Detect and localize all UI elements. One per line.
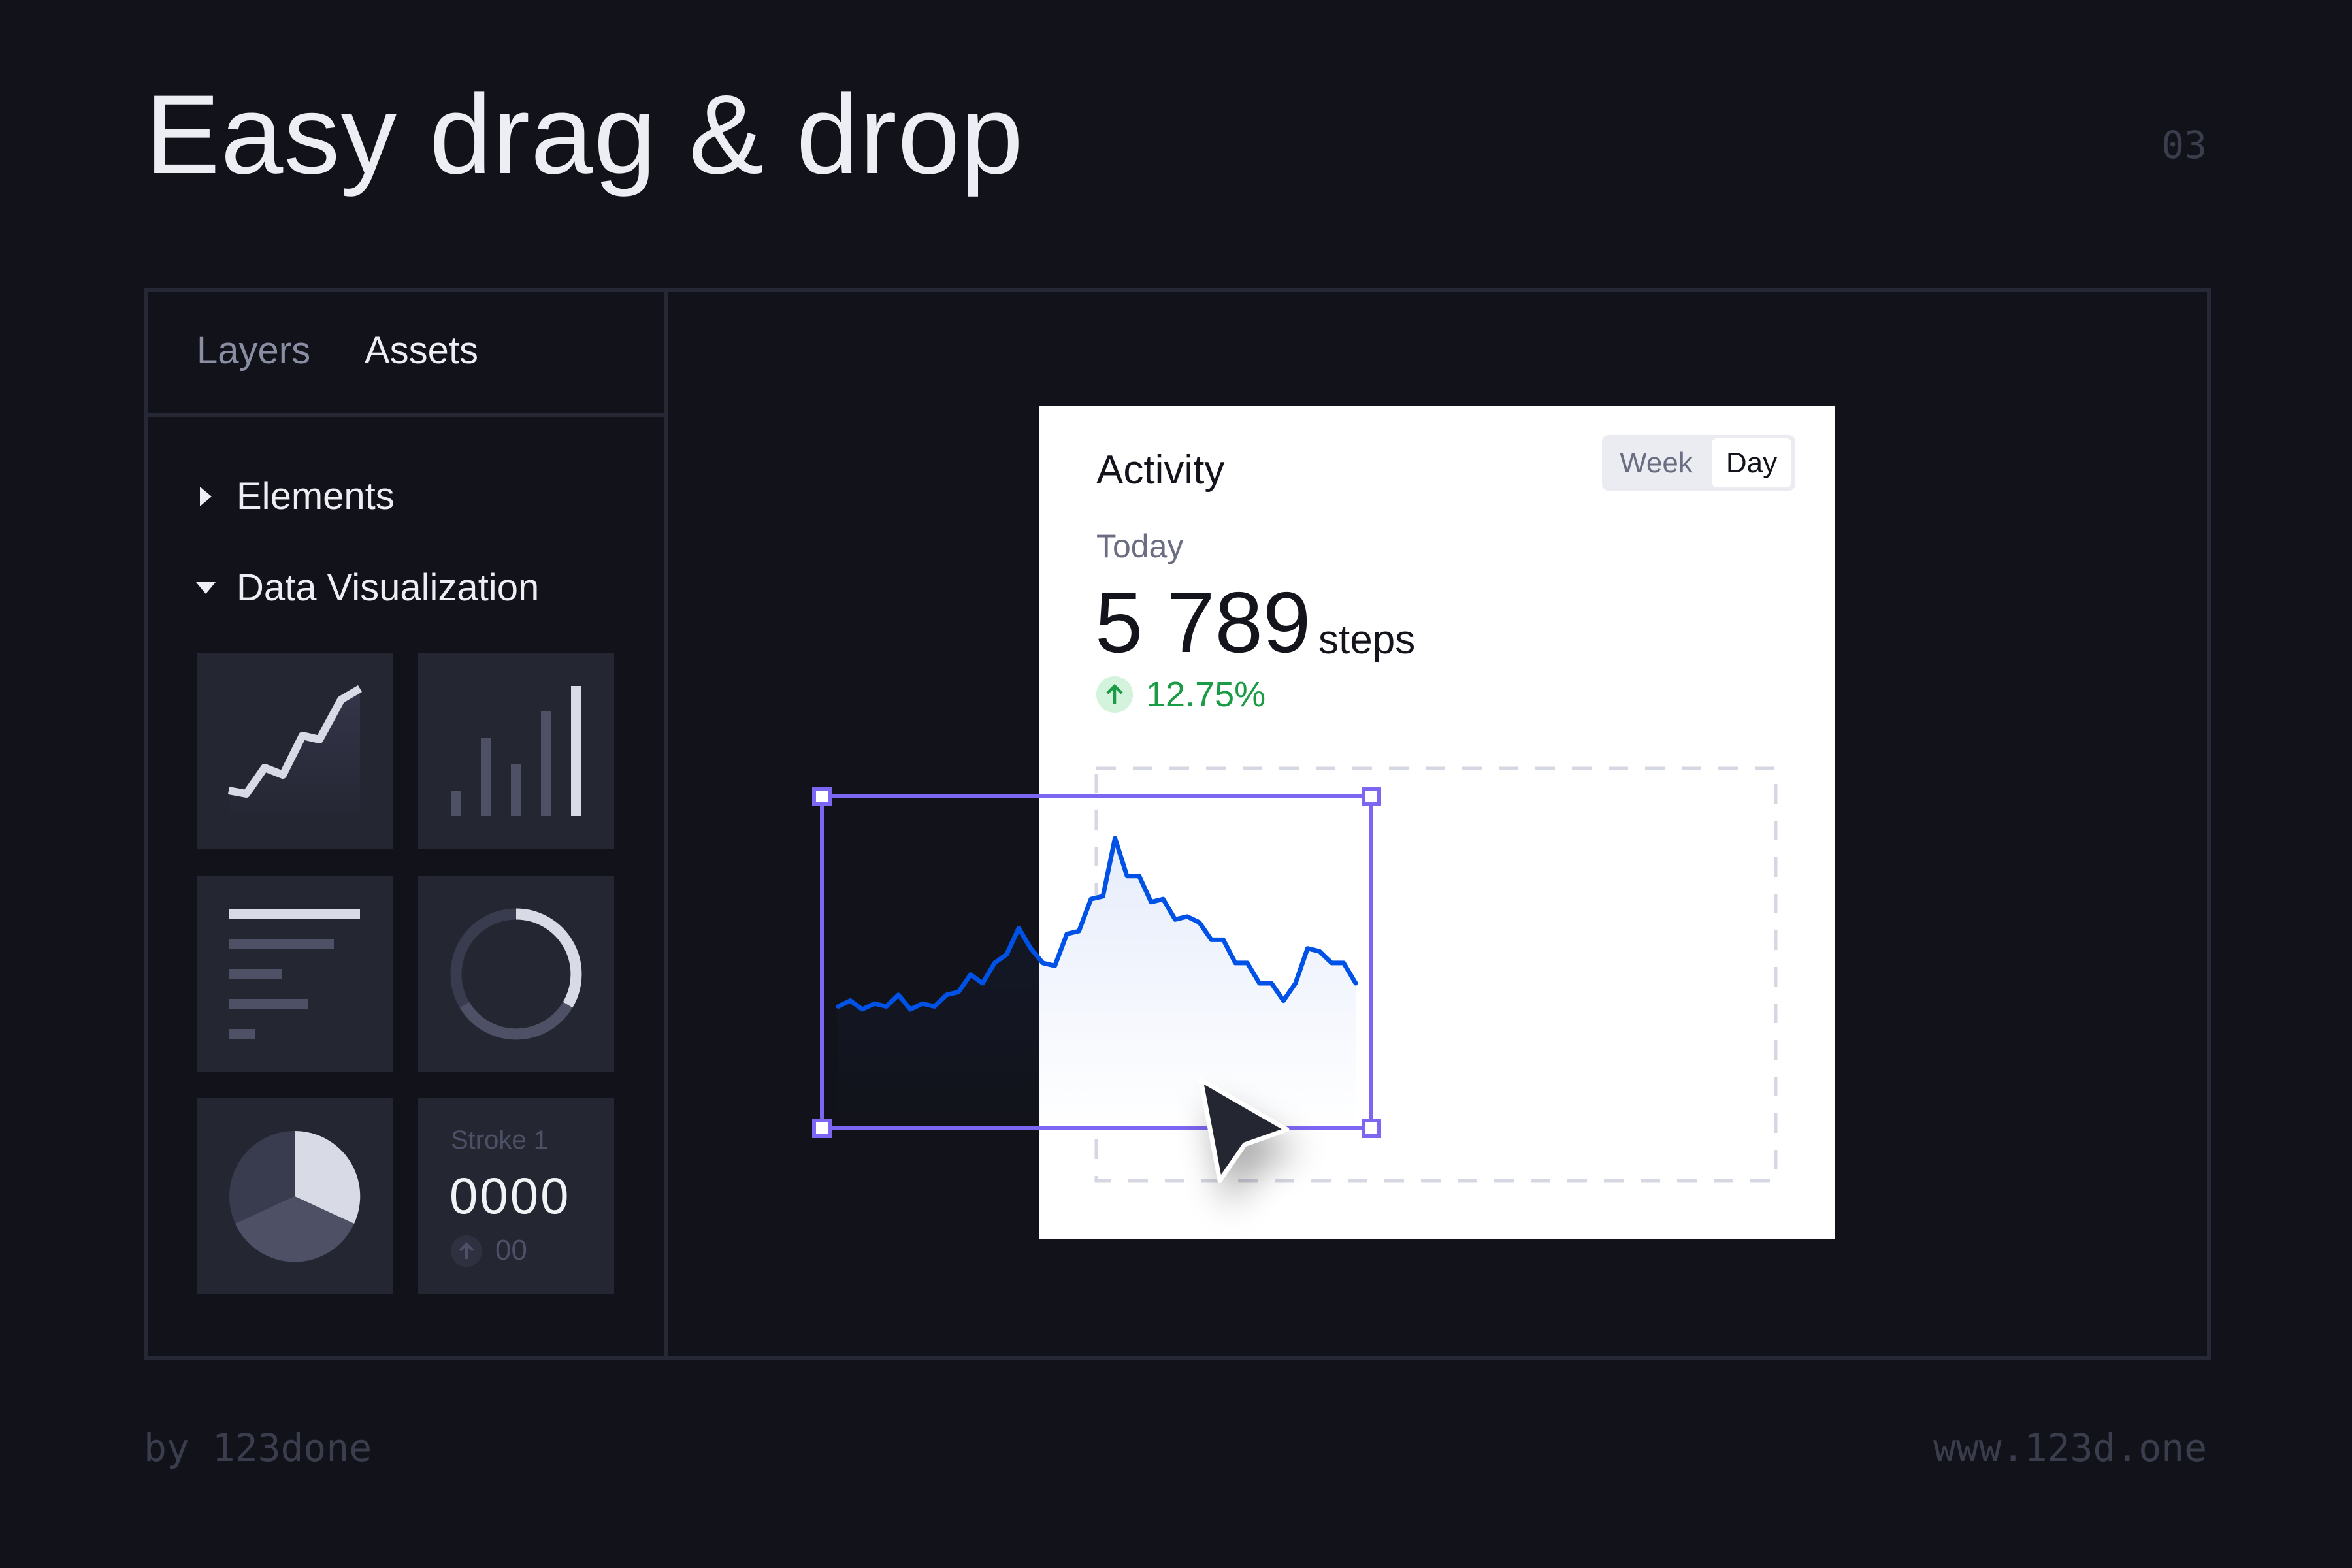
resize-handle-bottom-left[interactable] [812,1119,832,1138]
footer-url[interactable]: www.123d.one [1933,1426,2207,1470]
footer-author: by 123done [144,1426,372,1470]
drag-overlay [812,766,1778,1209]
resize-handle-top-right[interactable] [1362,787,1381,806]
resize-handle-bottom-right[interactable] [1362,1119,1381,1138]
resize-handle-top-left[interactable] [812,787,832,806]
